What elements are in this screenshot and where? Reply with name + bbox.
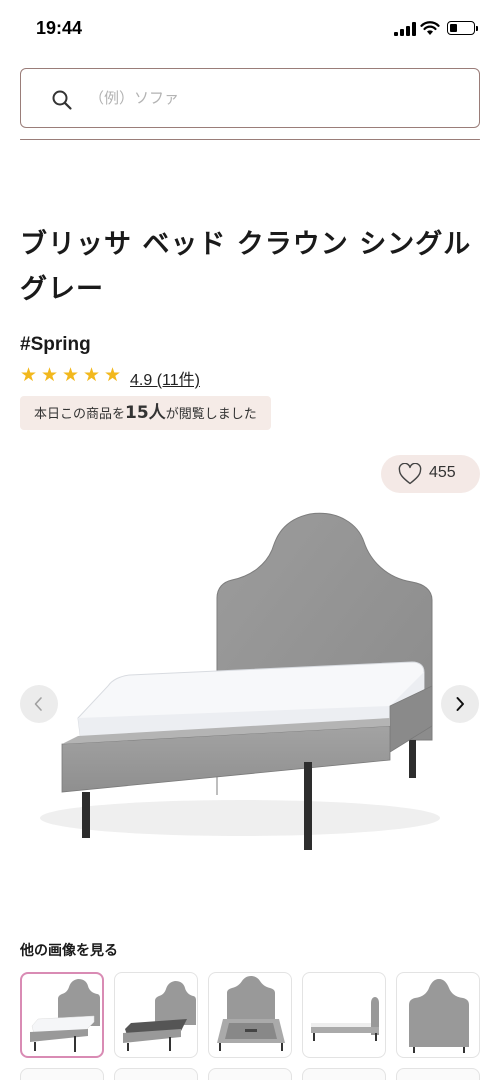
thumbnail-front-view[interactable] [20, 972, 104, 1058]
favorite-button[interactable]: 455 [381, 455, 480, 493]
chevron-right-icon [456, 697, 464, 711]
product-title: ブリッサ ベッド クラウン シングル グレー [20, 229, 472, 305]
brand-tag-link[interactable]: #Spring [20, 334, 91, 356]
thumbnail-frame-dark-view[interactable] [114, 972, 198, 1058]
product-image [40, 512, 440, 850]
battery-icon [447, 21, 478, 35]
status-bar: 19:44 [0, 0, 500, 60]
chevron-left-icon [34, 697, 42, 711]
wifi-icon [420, 21, 440, 35]
star-icon: ★ [104, 364, 122, 386]
star-icon: ★ [20, 364, 38, 386]
views-badge: 本日この商品を15人が閲覧しました [20, 396, 271, 430]
thumbnail-next-row[interactable] [396, 1068, 480, 1080]
views-count: 15人 [125, 403, 166, 423]
views-suffix: が閲覧しました [165, 407, 257, 422]
cellular-signal-icon [394, 22, 416, 36]
search-input[interactable] [89, 69, 469, 127]
thumbnail-next-row[interactable] [20, 1068, 104, 1080]
star-icon: ★ [83, 364, 101, 386]
thumbnail-side-view[interactable] [302, 972, 386, 1058]
search-icon [52, 90, 72, 110]
star-icon: ★ [62, 364, 80, 386]
favorite-count: 455 [429, 464, 456, 481]
carousel-prev-button[interactable] [20, 685, 58, 723]
status-time: 19:44 [36, 18, 83, 38]
thumbnail-next-row[interactable] [302, 1068, 386, 1080]
review-count-link[interactable]: 4.9 (11件) [130, 366, 200, 390]
search-divider [20, 139, 480, 141]
star-icon: ★ [41, 364, 59, 386]
carousel-next-button[interactable] [441, 685, 479, 723]
heart-icon [398, 463, 422, 485]
thumbnail-frame-top-view[interactable] [208, 972, 292, 1058]
gallery-heading: 他の画像を見る [20, 943, 118, 959]
thumbnail-next-row[interactable] [114, 1068, 198, 1080]
thumbnail-next-row[interactable] [208, 1068, 292, 1080]
thumbnail-headboard-view[interactable] [396, 972, 480, 1058]
views-prefix: 本日この商品を [34, 407, 126, 422]
search-box[interactable] [20, 68, 480, 128]
